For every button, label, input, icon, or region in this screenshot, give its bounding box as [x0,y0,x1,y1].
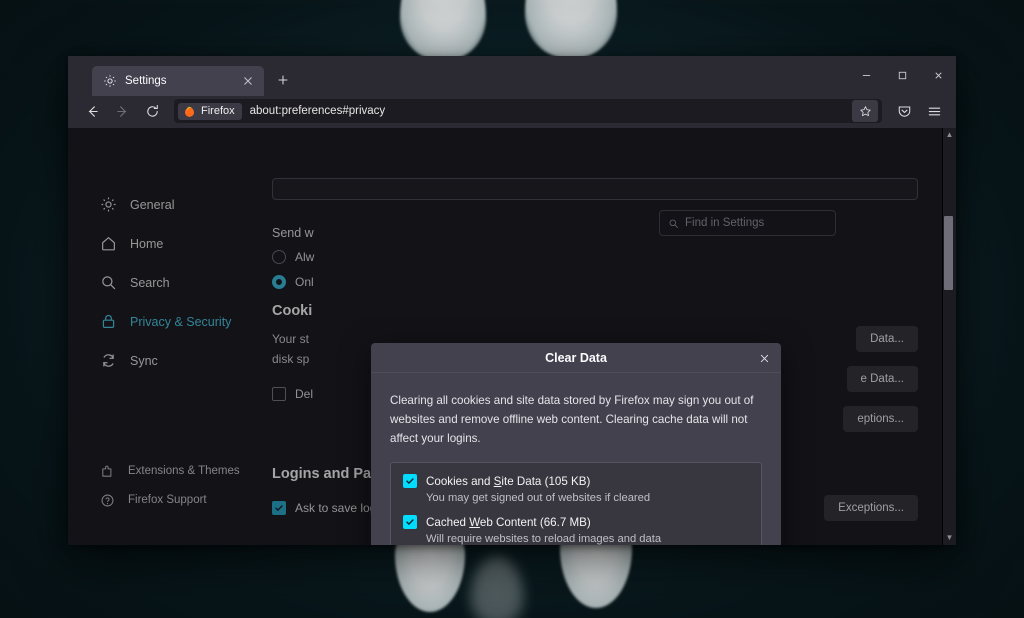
settings-page: Find in Settings General Home Search Pri… [68,128,942,545]
plus-icon [278,75,288,85]
pocket-button[interactable] [890,98,918,124]
scroll-down-arrow-icon[interactable]: ▼ [946,534,954,542]
firefox-window: Settings Firefox about:preferences#priva… [68,56,956,545]
star-icon [859,105,871,116]
close-icon [934,71,942,79]
checkmark-icon [406,519,414,525]
maximize-button[interactable] [884,56,920,94]
identity-chip[interactable]: Firefox [178,102,242,120]
wallpaper-blob [470,556,524,618]
minimize-icon [862,74,870,76]
forward-button[interactable] [108,98,136,124]
close-window-button[interactable] [920,56,956,94]
app-menu-button[interactable] [920,98,948,124]
wallpaper-blob [525,0,617,58]
vertical-scrollbar[interactable]: ▲ ▼ [942,128,956,545]
reload-button[interactable] [138,98,166,124]
new-tab-button[interactable] [270,67,296,93]
dialog-description: Clearing all cookies and site data store… [390,394,754,445]
pocket-icon [898,105,910,117]
back-button[interactable] [78,98,106,124]
browser-content: Find in Settings General Home Search Pri… [68,128,956,545]
tab-settings[interactable]: Settings [92,66,264,96]
option-label: Cached Web Content (66.7 MB) [426,515,591,529]
clear-data-options-group: Cookies and Site Data (105 KB) You may g… [390,462,762,545]
identity-label: Firefox [201,105,235,117]
dialog-close-button[interactable] [753,347,775,369]
forward-arrow-icon [116,105,126,117]
hamburger-menu-icon [928,107,940,115]
close-icon [760,354,768,362]
option-cached-web-content[interactable]: Cached Web Content (66.7 MB) Will requir… [403,515,749,545]
maximize-icon [898,71,906,79]
option-label: Cookies and Site Data (105 KB) [426,474,591,488]
option-cookies-site-data[interactable]: Cookies and Site Data (105 KB) You may g… [403,474,749,504]
gear-icon [104,75,116,87]
clear-data-dialog: Clear Data Clearing all cookies and site… [371,343,781,545]
checkbox-checked[interactable] [403,474,417,488]
dialog-title: Clear Data [545,350,607,365]
firefox-logo-icon [184,106,195,117]
option-sublabel: You may get signed out of websites if cl… [426,492,651,504]
minimize-button[interactable] [848,56,884,94]
back-arrow-icon [88,105,98,117]
tab-title: Settings [125,75,167,87]
bookmark-button[interactable] [852,100,878,122]
option-header: Cached Web Content (66.7 MB) [403,515,749,529]
tab-strip: Settings [68,56,956,96]
scroll-up-arrow-icon[interactable]: ▲ [946,131,954,139]
window-controls [848,56,956,94]
option-header: Cookies and Site Data (105 KB) [403,474,749,488]
dialog-body: Clearing all cookies and site data store… [371,373,781,545]
navigation-toolbar: Firefox about:preferences#privacy [68,94,956,128]
dialog-titlebar: Clear Data [371,343,781,373]
reload-icon [146,104,158,117]
close-icon[interactable] [240,73,256,89]
address-bar[interactable]: Firefox about:preferences#privacy [174,99,882,123]
checkmark-icon [406,478,414,484]
option-sublabel: Will require websites to reload images a… [426,533,662,545]
url-text: about:preferences#privacy [249,105,386,117]
wallpaper-blob [400,0,486,60]
scrollbar-thumb[interactable] [944,216,953,290]
checkbox-checked[interactable] [403,515,417,529]
